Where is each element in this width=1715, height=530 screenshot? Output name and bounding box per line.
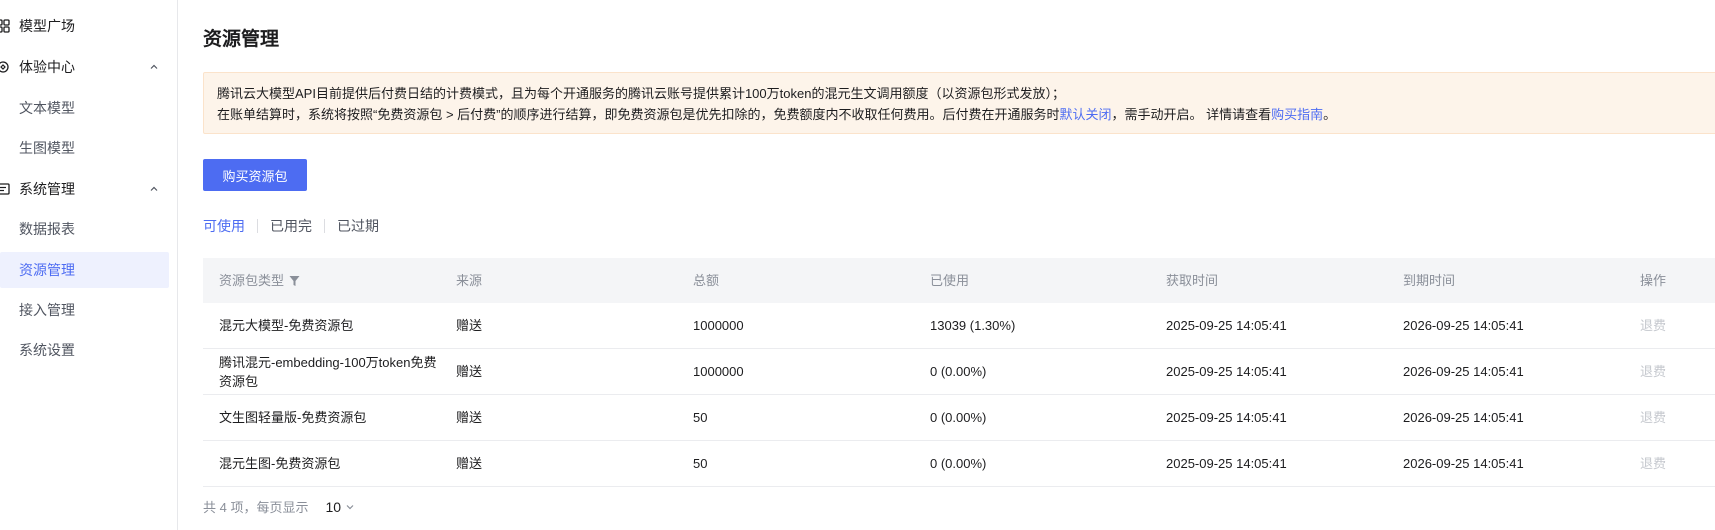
tab-expired[interactable]: 已过期 [337, 216, 379, 236]
cell-acquired: 2025-09-25 14:05:41 [1166, 410, 1287, 425]
chevron-up-icon [150, 186, 158, 191]
sidebar: 模型广场 体验中心 文本模型 生图模型 系统管理 数据报表 资源管理 接入管理 … [0, 0, 178, 530]
sidebar-item-system-management[interactable]: 系统管理 [0, 171, 169, 207]
main-content: 资源管理 腾讯云大模型API目前提供后付费日结的计费模式，且为每个开通服务的腾讯… [178, 0, 1715, 530]
refund-button[interactable]: 退费 [1640, 349, 1666, 394]
cell-acquired: 2025-09-25 14:05:41 [1166, 318, 1287, 333]
table-row: 腾讯混元-embedding-100万token免费资源包 赠送 1000000… [203, 349, 1715, 395]
sidebar-item-label: 模型广场 [19, 18, 75, 34]
header-acquired-time: 获取时间 [1166, 273, 1219, 288]
cell-source: 赠送 [456, 318, 483, 333]
sidebar-item-resource-management[interactable]: 资源管理 [0, 252, 169, 288]
table-row: 文生图轻量版-免费资源包 赠送 50 0 (0.00%) 2025-09-25 … [203, 395, 1715, 441]
cell-used: 13039 (1.30%) [930, 318, 1016, 333]
table-row: 混元大模型-免费资源包 赠送 1000000 13039 (1.30%) 202… [203, 303, 1715, 349]
sidebar-item-system-settings[interactable]: 系统设置 [0, 332, 169, 368]
header-used: 已使用 [930, 273, 970, 288]
cell-used: 0 (0.00%) [930, 364, 987, 379]
grid-icon [0, 19, 10, 33]
header-label: 资源包类型 [219, 273, 285, 288]
sidebar-item-label: 文本模型 [19, 100, 75, 116]
sidebar-item-label: 接入管理 [19, 302, 75, 318]
tab-divider [257, 219, 258, 233]
sidebar-item-access-management[interactable]: 接入管理 [0, 292, 169, 328]
resource-table: 资源包类型 来源 总额 已使用 获取时间 到期时间 操作 混元大模型-免费资源包… [203, 258, 1715, 487]
status-tabs: 可使用 已用完 已过期 [203, 216, 379, 236]
cell-used: 0 (0.00%) [930, 410, 987, 425]
table-row: 混元生图-免费资源包 赠送 50 0 (0.00%) 2025-09-25 14… [203, 441, 1715, 487]
header-expire-time: 到期时间 [1403, 273, 1456, 288]
cell-type: 腾讯混元-embedding-100万token免费资源包 [219, 354, 437, 389]
cell-source: 赠送 [456, 456, 483, 471]
sidebar-item-label: 体验中心 [19, 59, 75, 75]
page-size-select[interactable]: 10 [325, 499, 355, 515]
cell-type: 混元生图-免费资源包 [219, 456, 341, 471]
buy-resource-pack-button[interactable]: 购买资源包 [203, 159, 307, 191]
filter-icon[interactable] [289, 275, 300, 287]
chevron-down-icon [346, 504, 354, 509]
table-header: 资源包类型 来源 总额 已使用 获取时间 到期时间 操作 [203, 258, 1715, 303]
notice-text: 。 [1323, 107, 1337, 122]
tab-used-up[interactable]: 已用完 [270, 216, 312, 236]
tab-divider [324, 219, 325, 233]
notice-text: ，需手动开启。 详情请查看 [1111, 107, 1272, 122]
cell-acquired: 2025-09-25 14:05:41 [1166, 364, 1287, 379]
tab-available[interactable]: 可使用 [203, 216, 245, 236]
purchase-guide-link[interactable]: 购买指南 [1271, 107, 1323, 122]
cell-used: 0 (0.00%) [930, 456, 987, 471]
page-title: 资源管理 [203, 29, 280, 50]
sidebar-item-label: 资源管理 [19, 262, 75, 278]
cell-type: 混元大模型-免费资源包 [219, 318, 354, 333]
notice-line-1: 腾讯云大模型API目前提供后付费日结的计费模式，且为每个开通服务的腾讯云账号提供… [217, 86, 1065, 101]
header-action: 操作 [1640, 273, 1667, 288]
cell-expires: 2026-09-25 14:05:41 [1403, 364, 1524, 379]
sidebar-item-label: 系统设置 [19, 342, 75, 358]
sidebar-item-image-model[interactable]: 生图模型 [0, 130, 169, 166]
sidebar-item-experience-center[interactable]: 体验中心 [0, 49, 169, 85]
cell-acquired: 2025-09-25 14:05:41 [1166, 456, 1287, 471]
page-size-value: 10 [325, 498, 342, 515]
notice-text: 在账单结算时，系统将按照“免费资源包 > 后付费”的顺序进行结算，即免费资源包是… [217, 107, 1060, 122]
refund-button[interactable]: 退费 [1640, 303, 1666, 348]
header-source: 来源 [456, 273, 483, 288]
sidebar-item-text-model[interactable]: 文本模型 [0, 90, 169, 126]
pagination-summary: 共 4 项，每页显示 [203, 500, 309, 515]
refund-button[interactable]: 退费 [1640, 441, 1666, 486]
refund-button[interactable]: 退费 [1640, 395, 1666, 440]
header-type: 资源包类型 [219, 258, 439, 303]
cell-source: 赠送 [456, 364, 483, 379]
sidebar-item-label: 数据报表 [19, 221, 75, 237]
cell-expires: 2026-09-25 14:05:41 [1403, 410, 1524, 425]
system-icon [0, 183, 10, 195]
pagination: 共 4 项，每页显示 10 [203, 497, 355, 516]
sidebar-item-data-report[interactable]: 数据报表 [0, 211, 169, 247]
cell-source: 赠送 [456, 410, 483, 425]
cell-total: 50 [693, 456, 708, 471]
notice-line-2: 在账单结算时，系统将按照“免费资源包 > 后付费”的顺序进行结算，即免费资源包是… [217, 104, 1715, 125]
chevron-up-icon [150, 64, 158, 69]
cell-expires: 2026-09-25 14:05:41 [1403, 456, 1524, 471]
cell-total: 1000000 [693, 318, 744, 333]
experience-icon [0, 61, 9, 73]
billing-notice: 腾讯云大模型API目前提供后付费日结的计费模式，且为每个开通服务的腾讯云账号提供… [203, 72, 1715, 134]
header-total: 总额 [693, 273, 720, 288]
sidebar-item-model-plaza[interactable]: 模型广场 [0, 8, 169, 44]
cell-type: 文生图轻量版-免费资源包 [219, 410, 367, 425]
cell-expires: 2026-09-25 14:05:41 [1403, 318, 1524, 333]
sidebar-item-label: 生图模型 [19, 140, 75, 156]
default-off-link[interactable]: 默认关闭 [1059, 107, 1111, 122]
cell-total: 50 [693, 410, 708, 425]
sidebar-item-label: 系统管理 [19, 181, 75, 197]
cell-total: 1000000 [693, 364, 744, 379]
